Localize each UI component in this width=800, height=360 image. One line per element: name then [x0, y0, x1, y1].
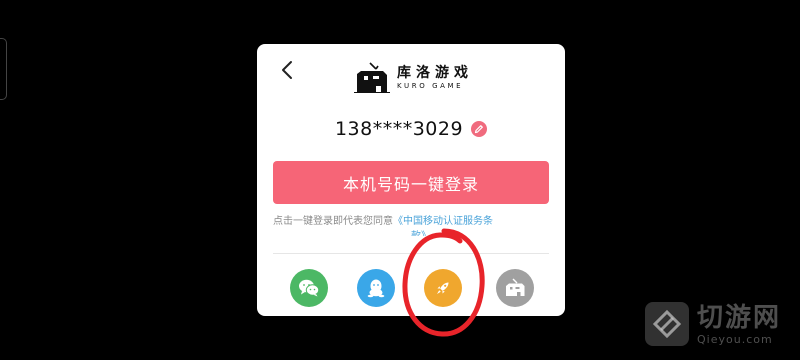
- brand-name-en: KURO GAME: [397, 82, 464, 90]
- login-dialog: 库洛游戏 KURO GAME 138****3029 本机号码一键登录 点击一键…: [257, 44, 565, 316]
- agreement-link-overflow[interactable]: 款》: [411, 230, 431, 236]
- chevron-left-icon: [282, 61, 292, 79]
- qq-login-button[interactable]: [357, 269, 395, 307]
- watermark-en: Qieyou.com: [697, 332, 773, 346]
- rocket-icon: [437, 282, 449, 294]
- watermark-cn: 切游网: [697, 302, 782, 333]
- one-click-login-button[interactable]: 本机号码一键登录: [273, 161, 549, 204]
- watermark-logo: [645, 302, 689, 346]
- agreement-prefix: 点击一键登录即代表您同意: [273, 216, 393, 227]
- watermark-logo-icon: [652, 309, 682, 339]
- divider: [273, 253, 549, 254]
- agreement-text: 点击一键登录即代表您同意《中国移动认证服务条: [273, 215, 555, 228]
- qq-icon: [367, 279, 385, 298]
- phone-number: 138****3029: [334, 118, 464, 140]
- pencil-icon: [474, 125, 483, 134]
- guest-login-button[interactable]: [424, 269, 462, 307]
- brand-logo: 库洛游戏 KURO GAME: [354, 58, 473, 98]
- agreement-link[interactable]: 《中国移动认证服务条: [393, 216, 493, 227]
- kuro-logo-icon: [354, 62, 390, 93]
- wechat-icon: [299, 279, 320, 297]
- watermark: 切游网 Qieyou.com: [645, 302, 781, 346]
- phone-row: 138****3029: [257, 118, 565, 140]
- kuro-icon: [506, 278, 525, 296]
- back-button[interactable]: [275, 58, 299, 82]
- edge-panel-tab[interactable]: [0, 38, 7, 100]
- kuro-account-login-button[interactable]: [496, 269, 534, 307]
- wechat-login-button[interactable]: [290, 269, 328, 307]
- edit-phone-button[interactable]: [471, 121, 488, 137]
- brand-name-cn: 库洛游戏: [397, 65, 473, 81]
